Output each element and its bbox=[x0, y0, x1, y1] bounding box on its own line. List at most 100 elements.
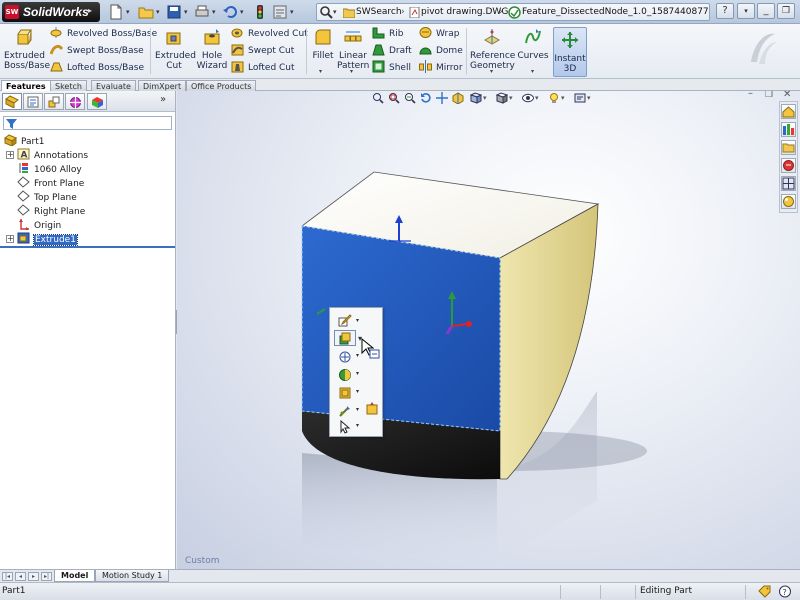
help-status-icon[interactable]: ? bbox=[778, 585, 792, 598]
rib-button[interactable]: Rib bbox=[372, 26, 403, 42]
next-tab-icon[interactable]: ▸ bbox=[28, 572, 39, 581]
tab-office-products[interactable]: Office Products bbox=[186, 80, 257, 91]
select-button[interactable] bbox=[334, 418, 356, 434]
mirror-button[interactable]: Mirror bbox=[419, 60, 463, 76]
lofted-cut-button[interactable]: Lofted Cut bbox=[231, 60, 295, 76]
new-dropdown-icon[interactable]: ▾ bbox=[126, 8, 130, 16]
edit-sketch-dropdown-icon[interactable]: ▾ bbox=[356, 317, 359, 324]
lofted-boss-button[interactable]: Lofted Boss/Base bbox=[50, 60, 144, 76]
propertymanager-tab[interactable] bbox=[23, 93, 43, 110]
rollback-bar[interactable] bbox=[0, 246, 175, 248]
instant3d-button[interactable]: Instant 3D bbox=[553, 27, 587, 77]
normal-to-button[interactable] bbox=[334, 348, 356, 364]
swept-boss-button[interactable]: Swept Boss/Base bbox=[50, 43, 144, 59]
open-folder-icon[interactable] bbox=[138, 4, 154, 20]
extruded-boss-button[interactable]: Extruded Boss/Base bbox=[4, 28, 50, 71]
revolved-cut-button[interactable]: Revolved Cut bbox=[231, 26, 308, 42]
minimize-button[interactable]: _ bbox=[757, 3, 775, 19]
curves-button[interactable]: Curves bbox=[516, 28, 550, 61]
first-tab-icon[interactable]: |◂ bbox=[2, 572, 13, 581]
print-dropdown-icon[interactable]: ▾ bbox=[212, 8, 216, 16]
hole-wizard-button[interactable]: Hole Wizard bbox=[195, 28, 229, 71]
tree-filter-input[interactable] bbox=[3, 116, 172, 130]
wrap-button[interactable]: Wrap bbox=[419, 26, 459, 42]
expand-extrude-icon[interactable]: + bbox=[6, 235, 14, 243]
tab-sketch[interactable]: Sketch bbox=[50, 80, 87, 91]
tab-dimxpert[interactable]: DimXpert bbox=[138, 80, 187, 91]
tree-item-origin[interactable]: Origin bbox=[17, 218, 61, 232]
dimxpertmanager-tab[interactable] bbox=[65, 93, 85, 110]
tree-item-material[interactable]: 1060 Alloy bbox=[17, 162, 82, 176]
extruded-cut-button[interactable]: Extruded Cut bbox=[155, 28, 196, 71]
dome-button[interactable]: Dome bbox=[419, 43, 463, 59]
appearance-dropdown-icon[interactable]: ▾ bbox=[356, 370, 359, 377]
appearance-button[interactable] bbox=[334, 366, 356, 382]
expand-annotations-icon[interactable]: + bbox=[6, 151, 14, 159]
save-dropdown-icon[interactable]: ▾ bbox=[184, 8, 188, 16]
shell-button[interactable]: Shell bbox=[372, 60, 411, 76]
save-icon[interactable] bbox=[166, 4, 182, 20]
sw-resources-button[interactable] bbox=[781, 104, 796, 119]
tree-item-right-plane[interactable]: Right Plane bbox=[17, 204, 85, 218]
undo-dropdown-icon[interactable]: ▾ bbox=[240, 8, 244, 16]
search-dropdown-icon[interactable]: ▾ bbox=[333, 8, 337, 16]
fillet-dropdown-icon[interactable]: ▾ bbox=[319, 68, 322, 75]
search-icon[interactable] bbox=[319, 5, 333, 19]
appearances-button[interactable] bbox=[781, 194, 796, 209]
curves-dropdown-icon[interactable]: ▾ bbox=[531, 68, 534, 75]
swept-cut-button[interactable]: Swept Cut bbox=[231, 43, 294, 59]
displaymanager-tab[interactable] bbox=[87, 93, 107, 110]
extruded-boss-context-button[interactable] bbox=[334, 330, 356, 346]
help-dropdown-icon[interactable]: ▾ bbox=[737, 3, 755, 19]
draft-button[interactable]: Draft bbox=[372, 43, 412, 59]
file-explorer-button[interactable] bbox=[781, 140, 796, 155]
design-library-button[interactable] bbox=[781, 122, 796, 137]
reference-dropdown-icon[interactable]: ▾ bbox=[356, 406, 359, 413]
tree-item-annotations[interactable]: A Annotations bbox=[17, 148, 88, 162]
tree-root-part[interactable]: Part1 bbox=[4, 134, 45, 148]
linear-pattern-dropdown-icon[interactable]: ▾ bbox=[350, 68, 353, 75]
normal-to-dropdown-icon[interactable]: ▾ bbox=[356, 352, 359, 359]
rebuild-icon[interactable] bbox=[252, 4, 268, 20]
options-dropdown-icon[interactable]: ▾ bbox=[290, 8, 294, 16]
print-icon[interactable] bbox=[194, 4, 210, 20]
help-button[interactable]: ? bbox=[716, 3, 734, 19]
solidworks-logo[interactable]: SW SolidWorks ▸ bbox=[2, 2, 100, 22]
graphics-area[interactable]: ▾ ▾ ▾ ▾ ▾ – ❐ ✕ Custom bbox=[177, 91, 800, 569]
breadcrumb-item-drawing[interactable]: pivot drawing.DWG bbox=[421, 7, 508, 17]
insert-feature-dropdown-icon[interactable]: ▾ bbox=[356, 388, 359, 395]
revolved-boss-button[interactable]: Revolved Boss/Base bbox=[50, 26, 157, 42]
tree-item-label: Top Plane bbox=[34, 193, 77, 203]
tree-item-extrude1[interactable]: Extrude1 bbox=[17, 232, 78, 246]
fillet-button[interactable]: Fillet bbox=[310, 28, 336, 61]
featuremanager-tab[interactable] bbox=[2, 93, 22, 110]
reference-geometry-dropdown-icon[interactable]: ▾ bbox=[490, 68, 493, 75]
restore-button[interactable]: ❐ bbox=[777, 3, 795, 19]
select-dropdown-icon[interactable]: ▾ bbox=[356, 422, 359, 429]
view-palette-button[interactable] bbox=[781, 176, 796, 191]
breadcrumb-item-feature[interactable]: Feature_DissectedNode_1.0_1587440877 bbox=[522, 7, 709, 17]
tab-evaluate[interactable]: Evaluate bbox=[91, 80, 136, 91]
panel-expand-icon[interactable]: » bbox=[160, 94, 166, 105]
linear-pattern-button[interactable]: Linear Pattern bbox=[337, 28, 369, 71]
tree-item-front-plane[interactable]: Front Plane bbox=[17, 176, 84, 190]
tab-features[interactable]: Features bbox=[1, 80, 51, 91]
last-tab-icon[interactable]: ▸| bbox=[41, 572, 52, 581]
tree-item-top-plane[interactable]: Top Plane bbox=[17, 190, 77, 204]
reference-geometry-context-button[interactable] bbox=[334, 402, 356, 418]
tab-motion-study[interactable]: Motion Study 1 bbox=[95, 570, 170, 582]
prev-tab-icon[interactable]: ◂ bbox=[15, 572, 26, 581]
tab-model[interactable]: Model bbox=[54, 570, 96, 582]
configurationmanager-tab[interactable] bbox=[44, 93, 64, 110]
search-results-button[interactable] bbox=[781, 158, 796, 173]
reference-geometry-button[interactable]: Reference Geometry bbox=[470, 28, 515, 71]
open-dropdown-icon[interactable]: ▾ bbox=[156, 8, 160, 16]
sketch-on-face-icon[interactable] bbox=[366, 401, 380, 415]
insert-feature-button[interactable] bbox=[334, 384, 356, 400]
undo-icon[interactable] bbox=[222, 4, 238, 20]
options-icon[interactable] bbox=[272, 4, 288, 20]
new-document-icon[interactable] bbox=[108, 4, 124, 20]
edit-sketch-button[interactable] bbox=[334, 311, 356, 327]
breadcrumb-item-swsearch[interactable]: SWSearch bbox=[356, 7, 402, 17]
tag-icon[interactable] bbox=[758, 585, 772, 598]
